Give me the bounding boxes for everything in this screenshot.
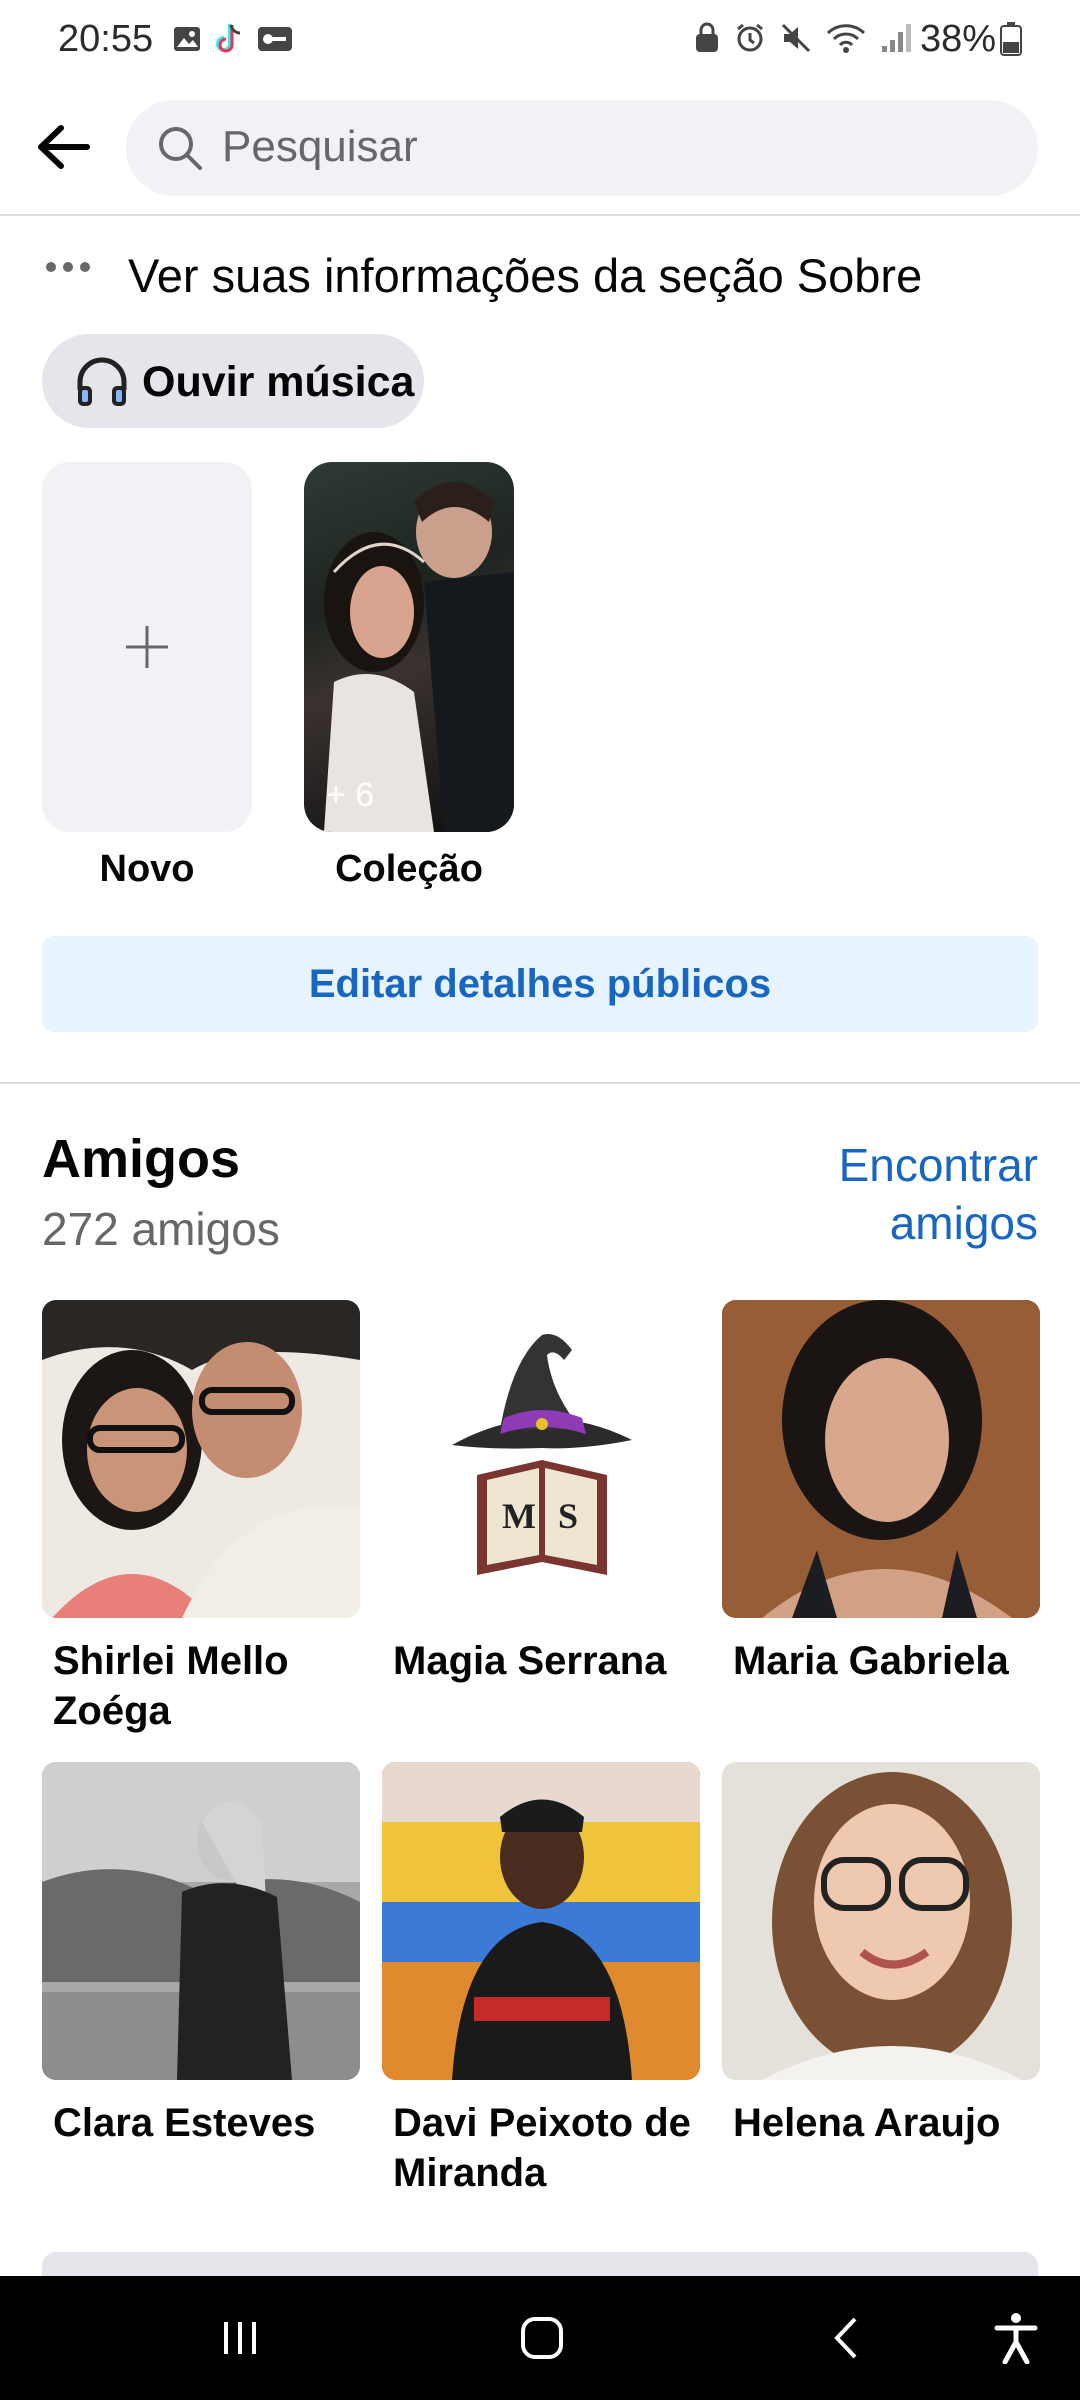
friend-name[interactable]: Clara Esteves	[53, 2098, 363, 2148]
friend-name[interactable]: Maria Gabriela	[733, 1636, 1043, 1686]
listen-music-label: Ouvir música	[142, 358, 415, 406]
search-icon	[159, 127, 202, 170]
wifi-icon	[826, 24, 866, 53]
system-nav-bar	[0, 2276, 1080, 2400]
friend-avatar-image	[722, 1300, 1040, 1618]
friend-avatar-image	[382, 1762, 700, 2080]
search-placeholder: Pesquisar	[222, 122, 418, 171]
battery-icon	[1000, 22, 1022, 56]
signal-icon	[882, 24, 911, 52]
friend-avatar-image	[722, 1762, 1040, 2080]
friend-avatar-image	[42, 1300, 360, 1618]
headphones-icon	[77, 357, 127, 406]
friend-photo[interactable]	[42, 1300, 360, 1618]
friend-photo[interactable]	[722, 1762, 1040, 2080]
listen-music-button[interactable]: Ouvir música	[42, 334, 424, 428]
vpn-key-icon	[258, 27, 292, 51]
search-input[interactable]: Pesquisar	[126, 100, 1038, 196]
friend-photo[interactable]	[722, 1300, 1040, 1618]
recent-apps-button[interactable]	[200, 2276, 280, 2400]
home-icon	[521, 2317, 563, 2359]
edit-public-details-label: Editar detalhes públicos	[308, 962, 772, 1006]
collection-count: + 6	[326, 776, 375, 814]
friend-name[interactable]: Helena Araujo	[733, 2098, 1043, 2148]
svg-text:S: S	[558, 1496, 578, 1536]
svg-text:M: M	[502, 1496, 536, 1536]
arrow-left-icon	[38, 125, 90, 169]
featured-collection[interactable]: + 6	[304, 462, 514, 832]
status-time: 20:55	[58, 18, 154, 60]
gallery-icon	[174, 27, 200, 51]
section-divider	[0, 1082, 1080, 1084]
witch-hat-book-logo: M S	[382, 1300, 700, 1618]
friends-title: Amigos	[42, 1129, 241, 1189]
home-button[interactable]	[502, 2276, 582, 2400]
friends-count: 272 amigos	[42, 1203, 280, 1255]
find-friends-link[interactable]: Encontrar amigos	[778, 1136, 1038, 1252]
featured-new-button[interactable]	[42, 462, 252, 832]
featured-collection-label: Coleção	[335, 848, 483, 890]
friend-avatar-image	[42, 1762, 360, 2080]
featured-new-label: Novo	[99, 848, 195, 890]
status-bar: 20:55 38%	[0, 0, 1080, 80]
battery-percent: 38%	[920, 18, 997, 60]
friend-photo[interactable]	[382, 1762, 700, 2080]
more-dots-icon	[46, 262, 90, 272]
friend-name[interactable]: Shirlei Mello Zoéga	[53, 1636, 363, 1736]
plus-icon	[126, 626, 168, 668]
lock-icon	[696, 22, 718, 52]
back-button[interactable]	[28, 112, 98, 182]
about-text: Ver suas informações da seção Sobre	[128, 249, 923, 302]
friend-photo[interactable]	[42, 1762, 360, 2080]
back-nav-button[interactable]	[806, 2276, 886, 2400]
friend-name[interactable]: Magia Serrana	[393, 1636, 703, 1686]
about-section-link[interactable]: Ver suas informações da seção Sobre	[0, 230, 1080, 316]
friend-name[interactable]: Davi Peixoto de Miranda	[393, 2098, 703, 2198]
edit-public-details-button[interactable]: Editar detalhes públicos	[42, 936, 1038, 1032]
tiktok-icon	[216, 24, 241, 53]
accessibility-button[interactable]	[976, 2276, 1056, 2400]
friend-photo[interactable]: M S	[382, 1300, 700, 1618]
header: Pesquisar	[0, 86, 1080, 216]
accessibility-icon	[994, 2313, 1038, 2364]
recent-apps-icon	[224, 2322, 256, 2354]
alarm-icon	[737, 23, 763, 52]
chevron-left-icon	[834, 2317, 857, 2359]
mute-icon	[781, 23, 811, 53]
